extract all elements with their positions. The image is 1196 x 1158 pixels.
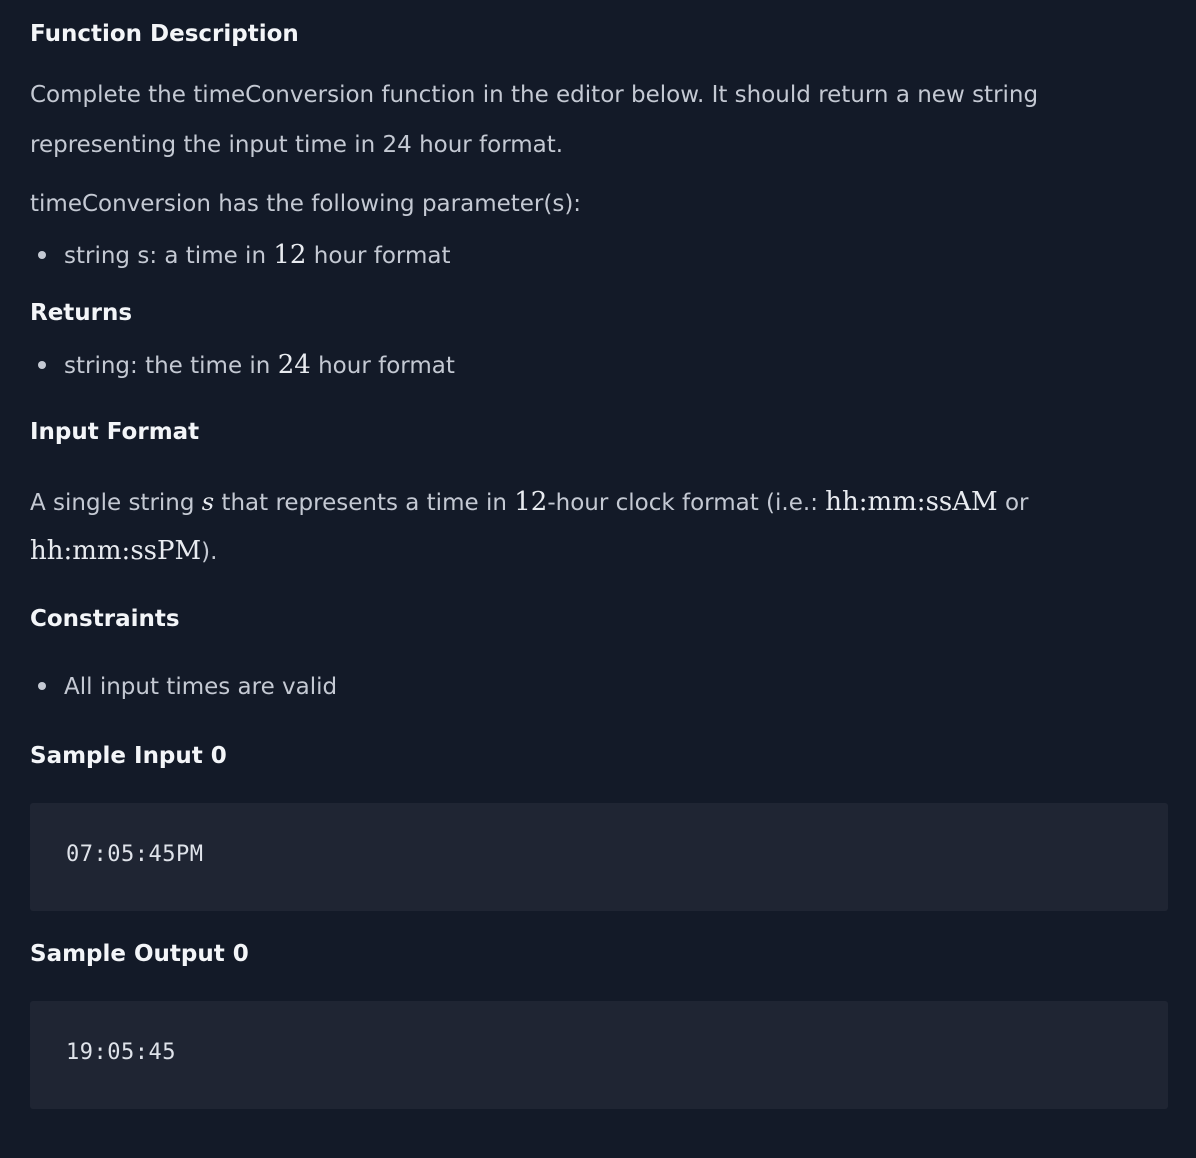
input-format-pm-pattern: hh:mm:ssPM bbox=[30, 536, 202, 566]
parameter-text-prefix: string s: a time in bbox=[64, 243, 274, 269]
input-format-am-pattern: hh:mm:ssAM bbox=[825, 487, 998, 517]
constraint-list-item: All input times are valid bbox=[38, 676, 337, 699]
bullet-icon bbox=[38, 681, 46, 690]
input-format-heading: Input Format bbox=[30, 419, 200, 445]
bullet-icon bbox=[38, 360, 46, 369]
returns-list-item: string: the time in 24 hour format bbox=[38, 352, 455, 378]
parameters-intro: timeConversion has the following paramet… bbox=[30, 191, 582, 217]
input-format-text: or bbox=[997, 490, 1029, 516]
constraint-text: All input times are valid bbox=[64, 674, 338, 700]
sample-input-heading: Sample Input 0 bbox=[30, 743, 227, 769]
input-format-text: ). bbox=[201, 539, 218, 565]
parameter-text-suffix: hour format bbox=[306, 243, 451, 269]
sample-output-heading: Sample Output 0 bbox=[30, 941, 249, 967]
sample-output-code: 19:05:45 bbox=[66, 1040, 176, 1065]
input-format-text: A single string bbox=[30, 490, 202, 516]
input-format-line-1: A single string s that represents a time… bbox=[30, 477, 1029, 528]
description-line-1: Complete the timeConversion function in … bbox=[30, 82, 1039, 108]
description-line-2: representing the input time in 24 hour f… bbox=[30, 132, 564, 158]
parameter-hour-number: 12 bbox=[273, 240, 307, 270]
returns-hour-number: 24 bbox=[277, 350, 311, 380]
input-format-line-2: hh:mm:ssPM). bbox=[30, 526, 217, 577]
returns-text-prefix: string: the time in bbox=[64, 353, 278, 379]
input-format-number: 12 bbox=[514, 487, 548, 517]
constraints-heading: Constraints bbox=[30, 606, 180, 632]
input-format-variable: s bbox=[201, 488, 215, 516]
input-format-text: -hour clock format (i.e.: bbox=[547, 490, 826, 516]
sample-output-code-block: 19:05:45 bbox=[30, 1001, 1168, 1109]
function-description-heading: Function Description bbox=[30, 21, 299, 47]
sample-input-code: 07:05:45PM bbox=[66, 842, 204, 867]
input-format-text: that represents a time in bbox=[214, 490, 515, 516]
bullet-icon bbox=[38, 250, 46, 259]
returns-text-suffix: hour format bbox=[310, 353, 455, 379]
returns-heading: Returns bbox=[30, 300, 133, 326]
sample-input-code-block: 07:05:45PM bbox=[30, 803, 1168, 911]
parameter-list-item: string s: a time in 12 hour format bbox=[38, 242, 450, 268]
